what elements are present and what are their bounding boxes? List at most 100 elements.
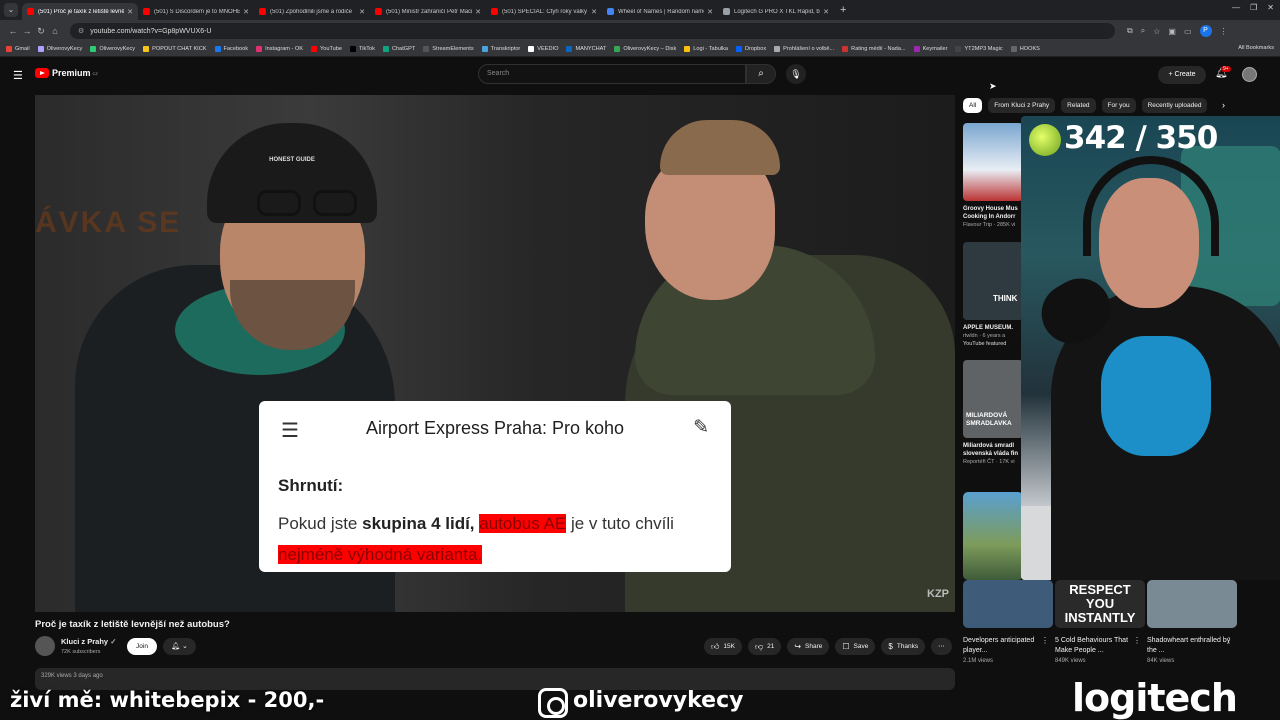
close-tab-icon[interactable]: ✕ <box>127 8 133 16</box>
dislike-button[interactable]: 👎︎ 21 <box>747 638 782 655</box>
browser-tab[interactable]: (501) Proč je taxík z letiště levnější ✕ <box>22 3 138 20</box>
short-video[interactable]: Developers anticipated player... 2.1M vi… <box>963 580 1053 666</box>
bookmark-item[interactable]: Prohlášení o volbě... <box>774 46 834 52</box>
person-right-hair <box>660 120 780 175</box>
close-tab-icon[interactable]: ✕ <box>591 8 597 16</box>
bookmark-item[interactable]: MANYCHAT <box>566 46 606 52</box>
bookmark-item[interactable]: Transkriptor <box>481 46 520 52</box>
browser-tab[interactable]: (501) SPECIÁL: Čtyři roky války ✕ <box>486 3 602 20</box>
more-actions-button[interactable]: ⋯ <box>931 638 952 655</box>
bookmark-item[interactable]: ChatGPT <box>382 46 415 52</box>
search-icon[interactable]: ⌕ <box>746 64 776 84</box>
chip-recently-uploaded[interactable]: Recently uploaded <box>1141 98 1208 113</box>
instagram-handle: oliverovykecy <box>573 688 744 713</box>
forward-icon[interactable]: → <box>20 26 34 36</box>
bookmark-item[interactable]: StreamElements <box>423 46 474 52</box>
profile-icon[interactable]: ▭ <box>1184 27 1192 36</box>
hamburger-menu-icon[interactable]: ☰ <box>13 69 23 82</box>
youtube-icon <box>375 8 382 15</box>
bookmark-item[interactable]: OliverovyKecy <box>90 46 135 52</box>
create-button[interactable]: + Create <box>1158 66 1206 84</box>
bookmark-favicon-icon <box>350 46 357 52</box>
beanie-text: HONEST GUIDE <box>269 157 315 163</box>
more-options-icon[interactable]: ⋮ <box>1225 636 1233 645</box>
page-icon <box>723 8 730 15</box>
like-button[interactable]: 👍︎ 15K <box>704 638 742 655</box>
bookmark-item[interactable]: OliverovyKecy – Disk <box>614 46 676 52</box>
new-tab-icon[interactable]: + <box>840 4 846 16</box>
short-video[interactable]: Shadowheart enthralled by the ... 84K vi… <box>1147 580 1237 666</box>
bookmark-favicon-icon <box>6 46 12 52</box>
browser-tab[interactable]: Logitech G PRO X TKL Rapid, black✕ <box>718 3 834 20</box>
chevron-right-icon[interactable]: › <box>1222 100 1225 110</box>
recommended-video[interactable]: THINK APPLE MUSEUM. rtwldn · 6 years a Y… <box>963 242 1023 348</box>
channel-name[interactable]: Kluci z Prahy ✓ <box>61 637 117 646</box>
browser-tab[interactable]: (501) Ministr zahraničí Petr Macinka✕ <box>370 3 486 20</box>
star-icon[interactable]: ☆ <box>1153 27 1160 36</box>
site-info-icon[interactable]: ⚙ <box>78 27 84 35</box>
description-box[interactable]: 329K views 3 days ago <box>35 668 955 690</box>
bookmark-item[interactable]: YouTube <box>311 46 342 52</box>
back-icon[interactable]: ← <box>6 26 20 36</box>
bookmark-item[interactable]: VEEDIO <box>528 46 558 52</box>
bookmark-item[interactable]: YT2MP3 Magic <box>955 46 1003 52</box>
maximize-icon[interactable]: ❐ <box>1250 3 1257 12</box>
bookmark-item[interactable]: Facebook <box>214 46 248 52</box>
bookmark-item[interactable]: Logi - Tabulka <box>684 46 728 52</box>
close-tab-icon[interactable]: ✕ <box>823 8 829 16</box>
close-tab-icon[interactable]: ✕ <box>243 8 249 16</box>
chip-for-you[interactable]: For you <box>1101 98 1136 113</box>
all-bookmarks-button[interactable]: All Bookmarks <box>1238 45 1274 51</box>
chip-related[interactable]: Related <box>1061 98 1096 113</box>
minimize-icon[interactable]: — <box>1232 3 1240 12</box>
bookmark-item[interactable]: TikTok <box>350 46 375 52</box>
bookmark-item[interactable]: Gmail <box>6 46 30 52</box>
bookmark-item[interactable]: POPOUT CHAT KICK <box>143 46 207 52</box>
menu-icon[interactable]: ⋮ <box>1220 27 1228 36</box>
bookmark-item[interactable]: HOOKS <box>1010 46 1040 52</box>
youtube-icon <box>27 8 34 15</box>
share-button[interactable]: ↪ Share <box>787 638 830 655</box>
extensions-icon[interactable]: ▣ <box>1168 27 1176 36</box>
browser-tab[interactable]: (501) S Discordem je to MNOHEM ✕ <box>138 3 254 20</box>
bookmark-item[interactable]: Dropbox <box>736 46 766 52</box>
gem-icon <box>1029 124 1061 156</box>
more-options-icon[interactable]: ⋮ <box>1133 636 1141 645</box>
channel-avatar[interactable] <box>35 636 55 656</box>
close-tab-icon[interactable]: ✕ <box>475 8 481 16</box>
profile-avatar[interactable]: P <box>1199 25 1212 37</box>
short-video[interactable]: RESPECT YOU INSTANTLY 5 Cold Behaviours … <box>1055 580 1145 666</box>
bookmark-item[interactable]: Rating médií - Nada... <box>842 46 906 52</box>
bookmark-favicon-icon <box>955 46 962 52</box>
youtube-premium-logo[interactable]: Premium CZ <box>35 68 98 78</box>
close-window-icon[interactable]: ✕ <box>1267 3 1274 12</box>
shorts-thumbnail[interactable] <box>963 492 1023 580</box>
browser-tab[interactable]: (501) Zpohodlnili jsme a rodiče ✕ <box>254 3 370 20</box>
tab-search-icon[interactable]: ⌄ <box>4 3 18 17</box>
save-button[interactable]: ☐ Save <box>835 638 876 655</box>
recommended-video[interactable]: Groovy House Mus Cooking In Andorr Flavo… <box>963 123 1023 229</box>
url-field[interactable]: ⚙ youtube.com/watch?v=Gp8pWVUX6-U <box>70 23 1115 39</box>
browser-tab[interactable]: Wheel of Names | Random name ✕ <box>602 3 718 20</box>
more-options-icon[interactable]: ⋮ <box>1041 636 1049 645</box>
zoom-icon[interactable]: ⌕ <box>1141 26 1145 36</box>
bookmark-favicon-icon <box>423 46 430 52</box>
bookmark-item[interactable]: Keymailer <box>913 46 947 52</box>
filter-chips: All From Kluci z Prahy Related For you R… <box>963 98 1208 113</box>
reload-icon[interactable]: ↻ <box>34 26 48 37</box>
chip-from-channel[interactable]: From Kluci z Prahy <box>988 98 1056 113</box>
home-icon[interactable]: ⌂ <box>48 26 62 36</box>
microphone-icon[interactable]: 🎙︎ <box>786 64 806 84</box>
search-input[interactable]: Search <box>478 64 746 84</box>
bookmark-item[interactable]: OliverovyKecy <box>37 46 82 52</box>
close-tab-icon[interactable]: ✕ <box>359 8 365 16</box>
close-tab-icon[interactable]: ✕ <box>707 8 713 16</box>
recommended-video[interactable]: MILIARDOVÁ SMRADLAVKA Miliardová smradl … <box>963 360 1023 466</box>
account-avatar[interactable] <box>1242 67 1257 82</box>
translate-icon[interactable]: ⧉ <box>1127 26 1133 36</box>
thanks-button[interactable]: $ Thanks <box>881 638 926 655</box>
join-button[interactable]: Join <box>127 638 157 655</box>
bookmark-item[interactable]: Instagram - OK <box>256 46 303 52</box>
subscribed-bell-button[interactable]: 🔔︎ ⌄ <box>163 638 196 655</box>
chip-all[interactable]: All <box>963 98 983 113</box>
